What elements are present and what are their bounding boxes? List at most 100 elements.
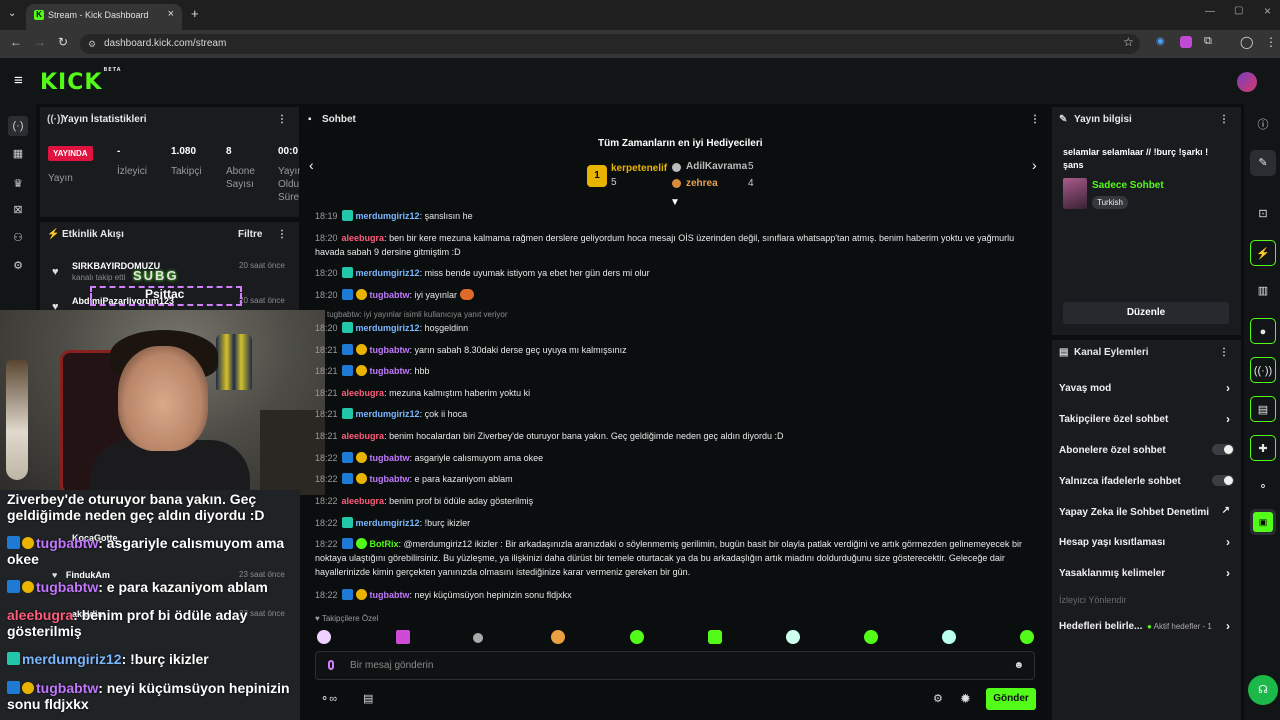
collapse-icon[interactable]: ▼ xyxy=(670,197,680,208)
profile-icon[interactable]: ◯ xyxy=(1240,35,1253,49)
hamburger-menu-icon[interactable]: ≡ xyxy=(14,72,23,89)
gifter-name[interactable]: kerpetenelif xyxy=(611,163,667,174)
msg-user[interactable]: merdumgiriz12 xyxy=(356,211,420,221)
chat-settings-icon[interactable]: ⚙ xyxy=(933,692,943,705)
chat-message-input[interactable]: Bir mesaj gönderin ☻ xyxy=(315,651,1035,680)
emote-icon[interactable] xyxy=(630,630,644,644)
emote-icon[interactable] xyxy=(942,630,956,644)
emote-icon[interactable] xyxy=(708,630,722,644)
account-age-row[interactable]: Hesap yaşı kısıtlaması › xyxy=(1059,535,1234,549)
gifters-next-icon[interactable]: › xyxy=(1032,157,1037,173)
more-options-icon[interactable]: ⋮ xyxy=(1219,107,1229,133)
more-options-icon[interactable]: ⋮ xyxy=(1030,107,1040,133)
reload-icon[interactable]: ↻ xyxy=(58,35,68,49)
msg-user[interactable]: tugbabtw xyxy=(370,453,410,463)
msg-user[interactable]: tugbabtw xyxy=(370,366,410,376)
close-tab-icon[interactable]: × xyxy=(168,8,174,20)
ai-moderation-row[interactable]: Yapay Zeka ile Sohbet Denetimi ↗ xyxy=(1059,505,1234,518)
notes-icon[interactable]: ▥ xyxy=(1250,278,1276,304)
microphone-icon[interactable] xyxy=(328,660,334,670)
more-options-icon[interactable]: ⋮ xyxy=(277,107,287,133)
kick-bot-icon[interactable]: ▣ xyxy=(1253,512,1273,532)
gifter-name[interactable]: AdilKavrama xyxy=(686,161,747,172)
extension-icon[interactable] xyxy=(1180,36,1192,48)
msg-time: 18:20 xyxy=(315,268,338,278)
minimize-icon[interactable]: — xyxy=(1205,6,1215,17)
msg-user[interactable]: tugbabtw xyxy=(370,474,410,484)
forward-icon[interactable]: → xyxy=(34,35,46,49)
browser-tab[interactable]: K Stream - Kick Dashboard × xyxy=(26,4,182,30)
subscribers-only-toggle[interactable] xyxy=(1212,444,1234,455)
msg-user[interactable]: aleebugra xyxy=(342,496,385,506)
badge-settings-icon[interactable]: ✹ xyxy=(960,691,971,707)
msg-user[interactable]: aleebugra xyxy=(342,431,385,441)
emote-icon[interactable] xyxy=(473,633,483,643)
trophy-nav-icon[interactable]: ♛ xyxy=(10,176,26,192)
slow-mode-row[interactable]: Yavaş mod › xyxy=(1059,381,1234,395)
chat-bubble-icon[interactable]: ● xyxy=(1250,318,1276,344)
wrench-icon[interactable]: ✚ xyxy=(1250,435,1276,461)
store-icon[interactable]: ▤ xyxy=(363,692,373,705)
lightning-icon[interactable]: ⚡ xyxy=(1250,240,1276,266)
filter-button[interactable]: Filtre xyxy=(238,222,262,248)
extension-icon[interactable]: ◉ xyxy=(1156,36,1165,47)
banned-words-row[interactable]: Yasaklanmış kelimeler › xyxy=(1059,566,1234,580)
msg-user[interactable]: BotRix xyxy=(370,539,399,549)
msg-user[interactable]: tugbabtw xyxy=(370,590,410,600)
reply-text: tugbabtw: iyi yayınlar isimli kullanıcıy… xyxy=(327,310,508,319)
url-field[interactable]: ⚙ dashboard.kick.com/stream xyxy=(80,34,1140,54)
kick-logo[interactable]: KICKBETA xyxy=(40,67,122,95)
msg-user[interactable]: merdumgiriz12 xyxy=(356,323,420,333)
new-tab-icon[interactable]: + xyxy=(191,6,199,21)
stream-nav-icon[interactable]: (·) xyxy=(8,116,28,136)
msg-user[interactable]: merdumgiriz12 xyxy=(356,268,420,278)
maximize-icon[interactable]: ▢ xyxy=(1234,5,1243,16)
followers-only-row[interactable]: Takipçilere özel sohbet › xyxy=(1059,412,1234,426)
analytics-nav-icon[interactable]: ▦ xyxy=(10,146,26,162)
community-nav-icon[interactable]: ⚇ xyxy=(10,230,26,246)
site-info-icon[interactable]: ⚙ xyxy=(88,34,96,54)
msg-user[interactable]: tugbabtw xyxy=(370,290,410,300)
emote-icon[interactable] xyxy=(1020,630,1034,644)
msg-user[interactable]: aleebugra xyxy=(342,233,385,243)
broadcast-icon[interactable]: ((·)) xyxy=(1250,357,1276,383)
back-icon[interactable]: ← xyxy=(10,35,22,49)
emote-only-toggle[interactable] xyxy=(1212,475,1234,486)
emote-icon[interactable] xyxy=(551,630,565,644)
moderation-icon[interactable]: ⊡ xyxy=(1250,201,1276,227)
settings-nav-icon[interactable]: ⚙ xyxy=(10,258,26,274)
row-label: Yasaklanmış kelimeler xyxy=(1059,568,1166,579)
extensions-puzzle-icon[interactable]: ⧉ xyxy=(1204,35,1212,48)
overlay-coin-icon xyxy=(22,537,34,549)
support-headset-icon[interactable]: ☊ xyxy=(1248,675,1278,705)
share-icon[interactable]: ⚬ xyxy=(1250,474,1276,500)
gifters-prev-icon[interactable]: ‹ xyxy=(309,157,314,173)
emote-icon[interactable] xyxy=(396,630,410,644)
ghost-emote-icon[interactable] xyxy=(317,630,331,644)
browser-menu-icon[interactable]: ⋮ xyxy=(1265,35,1277,49)
msg-user[interactable]: tugbabtw xyxy=(370,345,410,355)
user-avatar[interactable] xyxy=(1237,72,1257,92)
more-options-icon[interactable]: ⋮ xyxy=(277,222,287,248)
edit-icon[interactable]: ✎ xyxy=(1250,150,1276,176)
more-options-icon[interactable]: ⋮ xyxy=(1219,340,1229,366)
msg-user[interactable]: aleebugra xyxy=(342,388,385,398)
close-window-icon[interactable]: × xyxy=(1264,4,1271,18)
emote-icon[interactable] xyxy=(864,630,878,644)
goals-row[interactable]: Hedefleri belirle... ● Aktif hedefler - 1… xyxy=(1059,619,1234,633)
category-link[interactable]: Sadece Sohbet xyxy=(1092,180,1164,191)
channel-actions-icon[interactable]: ▤ xyxy=(1250,396,1276,422)
msg-user[interactable]: merdumgiriz12 xyxy=(356,518,420,528)
msg-user[interactable]: merdumgiriz12 xyxy=(356,409,420,419)
emoji-icon[interactable]: ☻ xyxy=(1013,652,1024,679)
moderation-nav-icon[interactable]: ⊠ xyxy=(10,202,26,218)
bookmark-star-icon[interactable]: ☆ xyxy=(1123,35,1134,49)
send-button[interactable]: Gönder xyxy=(986,688,1036,710)
chat-points-icon[interactable]: ⚬∞ xyxy=(320,692,337,705)
gifter-name[interactable]: zehrea xyxy=(686,178,718,189)
emote-icon[interactable] xyxy=(786,630,800,644)
edit-button[interactable]: Düzenle xyxy=(1063,302,1229,324)
tab-list-icon[interactable]: ⌄ xyxy=(8,8,16,19)
info-icon[interactable]: ⓘ xyxy=(1250,112,1276,138)
duration-label: Yayın Oldu Süre xyxy=(278,166,300,203)
